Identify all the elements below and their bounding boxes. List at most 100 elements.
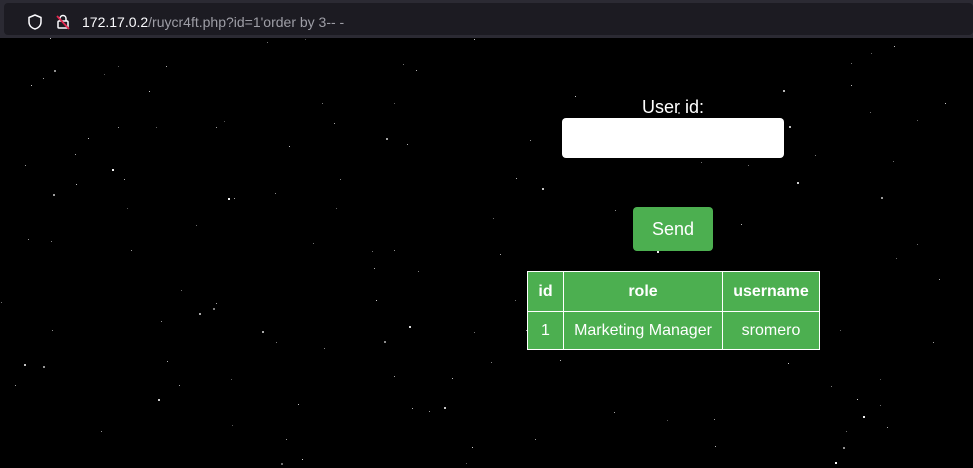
table-row: 1 Marketing Manager sromero — [527, 311, 820, 350]
browser-toolbar: 172.17.0.2/ruycr4ft.php?id=1'order by 3-… — [0, 0, 973, 38]
star — [614, 412, 615, 413]
star — [336, 208, 337, 209]
star — [50, 38, 51, 39]
star — [324, 348, 325, 349]
star — [15, 385, 16, 386]
star — [466, 463, 467, 464]
star — [224, 121, 225, 122]
star — [131, 250, 132, 251]
star — [394, 376, 395, 377]
star — [31, 85, 32, 86]
star — [156, 127, 157, 128]
star — [474, 332, 475, 333]
star — [452, 378, 453, 379]
star — [945, 103, 946, 104]
star — [161, 321, 162, 322]
url-path: /ruycr4ft.php?id=1'order by 3-- - — [148, 14, 345, 30]
url-text[interactable]: 172.17.0.2/ruycr4ft.php?id=1'order by 3-… — [82, 12, 344, 32]
insecure-lock-icon[interactable] — [54, 13, 72, 31]
user-id-label: User id: — [641, 97, 704, 117]
cell-role: Marketing Manager — [563, 311, 723, 350]
star — [28, 239, 29, 240]
star — [403, 64, 404, 65]
star — [851, 85, 852, 86]
star — [835, 462, 837, 464]
star — [386, 138, 388, 140]
user-id-input[interactable] — [562, 118, 784, 158]
star — [216, 303, 217, 304]
star — [530, 140, 531, 141]
star — [267, 42, 268, 43]
star — [199, 313, 201, 315]
send-button[interactable]: Send — [633, 207, 713, 251]
star — [101, 431, 102, 432]
star — [384, 341, 386, 343]
star — [880, 405, 881, 406]
star — [213, 308, 215, 310]
star — [748, 165, 749, 166]
star — [843, 447, 845, 449]
star — [515, 300, 516, 301]
star — [491, 362, 492, 363]
star — [124, 179, 125, 180]
star — [894, 46, 895, 47]
star — [472, 447, 473, 448]
star — [374, 268, 375, 269]
star — [783, 90, 785, 92]
star — [560, 360, 561, 361]
star — [416, 70, 417, 71]
star — [1, 302, 2, 303]
star — [444, 407, 446, 409]
shield-icon[interactable] — [26, 13, 44, 31]
star — [298, 404, 299, 405]
star — [863, 416, 865, 418]
star — [701, 162, 702, 163]
star — [871, 53, 872, 54]
star — [305, 39, 306, 40]
column-header-role: role — [563, 271, 723, 312]
star — [25, 165, 26, 166]
star — [340, 179, 341, 180]
star — [313, 243, 314, 244]
star — [893, 161, 894, 162]
star — [167, 361, 168, 362]
url-host: 172.17.0.2 — [82, 14, 149, 30]
table-header-row: id role username — [527, 271, 820, 312]
star — [43, 366, 45, 368]
address-bar[interactable]: 172.17.0.2/ruycr4ft.php?id=1'order by 3-… — [4, 3, 973, 35]
star — [289, 146, 290, 147]
star — [846, 431, 847, 432]
star — [149, 91, 150, 92]
star — [275, 193, 276, 194]
star — [232, 425, 233, 426]
star — [870, 112, 871, 113]
star — [394, 103, 395, 104]
star — [933, 342, 934, 343]
star — [500, 254, 501, 255]
star — [43, 78, 44, 79]
star — [881, 197, 883, 199]
star — [715, 446, 716, 447]
star — [851, 63, 852, 64]
star — [409, 326, 411, 328]
star — [322, 103, 323, 104]
star — [789, 126, 791, 128]
star — [917, 244, 918, 245]
star — [118, 127, 119, 128]
star — [75, 154, 76, 155]
star — [887, 427, 888, 428]
star — [615, 210, 616, 211]
star — [276, 342, 277, 343]
column-header-id: id — [527, 271, 564, 312]
star — [880, 379, 881, 380]
column-header-username: username — [722, 271, 820, 312]
star — [118, 66, 119, 67]
star — [939, 279, 940, 280]
star — [127, 208, 128, 209]
star — [372, 251, 373, 252]
star — [474, 39, 475, 40]
page-content: User id: Send id role username 1 Marketi… — [0, 38, 973, 468]
star — [76, 184, 77, 185]
star — [234, 198, 235, 199]
star — [407, 144, 408, 145]
